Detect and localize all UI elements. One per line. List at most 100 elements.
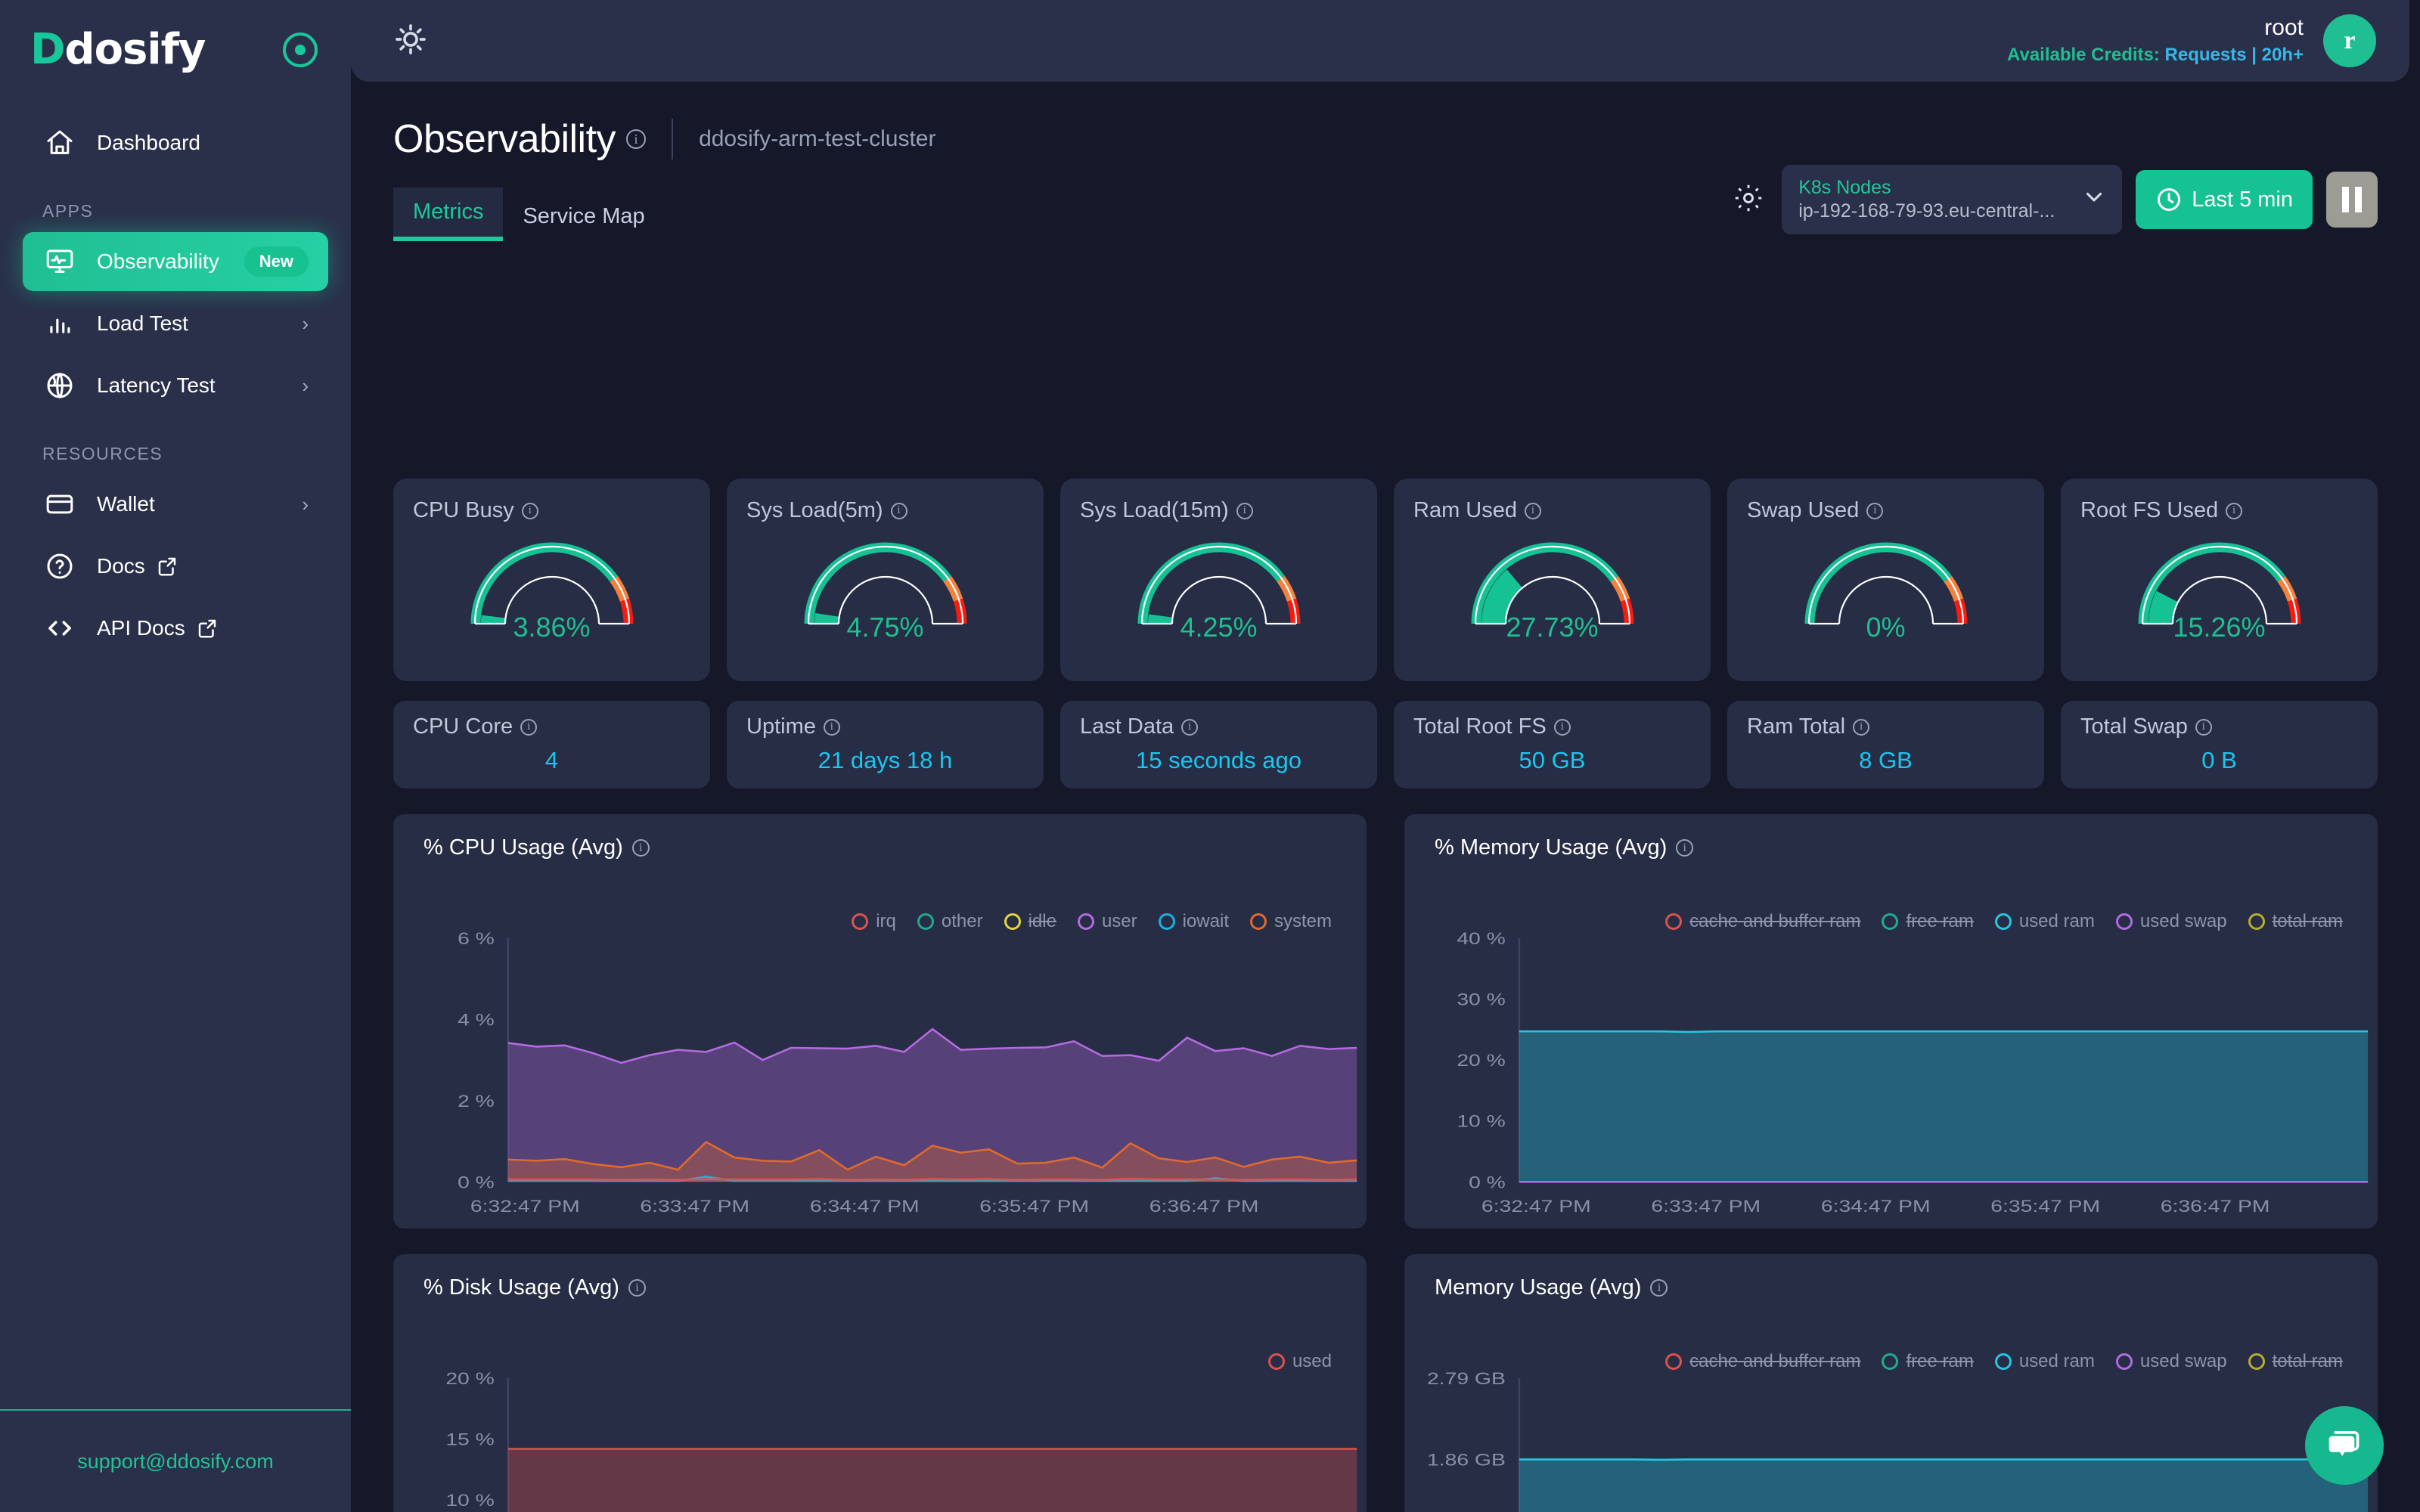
chart-panel-cpu-usage: % CPU Usage (Avg) i irq other idle user iowait… [393,814,1367,1228]
gauge-card-title: Sys Load(5m) i [746,498,1024,523]
gear-icon[interactable] [1732,181,1765,218]
sun-icon [393,22,428,60]
info-icon[interactable]: i [2226,502,2243,519]
gauge-card-title: Sys Load(15m) i [1080,498,1357,523]
avatar[interactable]: r [2323,14,2376,67]
user-area[interactable]: root Available Credits: Requests | 20h+ … [2007,14,2376,67]
stat-card-title: Total Root FS i [1413,714,1691,739]
divider [672,119,674,160]
info-icon[interactable]: i [1853,718,1870,736]
sidebar: Ddosify Dashboard APPS Observability New [0,0,351,1512]
svg-text:20 %: 20 % [1457,1052,1506,1070]
svg-text:0 %: 0 % [1469,1173,1506,1191]
page-title: Observability [393,117,616,161]
bar-chart-icon [42,309,77,338]
chart-title-text: % Memory Usage (Avg) [1435,835,1668,860]
info-icon[interactable]: i [626,129,647,149]
sidebar-item-dashboard[interactable]: Dashboard [23,113,328,172]
gauge-title-text: Sys Load(15m) [1080,498,1229,522]
sidebar-item-load-test[interactable]: Load Test › [23,294,328,353]
gauge-card-title: Ram Used i [1413,498,1691,523]
svg-text:6:33:47 PM: 6:33:47 PM [640,1198,749,1216]
info-icon[interactable]: i [1553,718,1571,736]
stat-title-text: Last Data [1080,714,1174,739]
clock-icon [2155,186,2183,213]
info-icon[interactable]: i [1676,839,1694,857]
stat-card-title: CPU Core i [413,714,690,739]
chart-title-text: % Disk Usage (Avg) [424,1275,619,1300]
chart-panel-memory-usage-pct: % Memory Usage (Avg) i cache and buffer ra… [1404,814,2378,1228]
tab-metrics[interactable]: Metrics [393,187,504,241]
info-icon[interactable]: i [823,718,840,736]
app-root: Ddosify Dashboard APPS Observability New [0,0,2420,1512]
ddosify-logo[interactable]: Ddosify [30,29,206,71]
info-icon[interactable]: i [1866,502,1884,519]
user-meta: root Available Credits: Requests | 20h+ [2007,16,2304,66]
info-icon[interactable]: i [1650,1279,1668,1297]
svg-text:6:36:47 PM: 6:36:47 PM [1150,1198,1259,1216]
stat-card-title: Ram Total i [1747,714,2024,739]
chevron-right-icon: › [302,311,309,335]
theme-toggle-button[interactable] [384,14,437,67]
chart-plot-area: 0 % 10 % 20 % 30 % 40 % 6:32:47 PM 6:33:47 PM 6… [1404,928,2378,1228]
sidebar-item-observability[interactable]: Observability New [23,232,328,291]
k8s-nodes-select[interactable]: K8s Nodes ip-192-168-79-93.eu-central-..… [1782,165,2123,234]
svg-text:15 %: 15 % [445,1430,495,1448]
chart-title: % Disk Usage (Avg) i [393,1254,1367,1300]
chevron-down-icon[interactable] [2081,184,2107,215]
gauge-card: Ram Used i 27.73% [1394,479,1711,681]
stat-card: Ram Total i 8 GB [1727,701,2044,789]
svg-text:4 %: 4 % [458,1011,495,1029]
available-credits: Available Credits: Requests | 20h+ [2007,45,2304,66]
info-icon[interactable]: i [631,839,650,857]
sidebar-item-label: Wallet [97,492,155,516]
stat-title-text: Uptime [746,714,816,739]
svg-text:1.86 GB: 1.86 GB [1427,1451,1506,1469]
info-icon[interactable]: i [2195,718,2212,736]
svg-text:40 %: 40 % [1457,930,1506,948]
info-icon[interactable]: i [890,502,908,519]
info-icon[interactable]: i [628,1279,646,1297]
credit-card-icon [42,489,77,519]
gauge-value: 3.86% [513,612,591,643]
sidebar-item-label: API Docs [97,616,185,640]
gauge-value: 4.75% [846,612,924,643]
tab-service-map[interactable]: Service Map [503,192,664,241]
pause-icon-bar2 [2355,187,2362,212]
svg-text:6:32:47 PM: 6:32:47 PM [1481,1198,1591,1216]
sidebar-item-latency-test[interactable]: Latency Test › [23,356,328,415]
stat-card-title: Last Data i [1080,714,1357,739]
gauge-card: Swap Used i 0% [1727,479,2044,681]
chat-widget-button[interactable] [2305,1406,2384,1485]
info-icon[interactable]: i [1525,502,1541,519]
svg-text:30 %: 30 % [1457,990,1506,1009]
chevron-right-icon: › [302,492,309,516]
time-range-button[interactable]: Last 5 min [2136,170,2313,229]
chevron-right-icon: › [302,373,309,397]
svg-text:6:35:47 PM: 6:35:47 PM [979,1198,1089,1216]
stat-card-title: Total Swap i [2080,714,2358,739]
svg-text:20 %: 20 % [445,1370,495,1388]
sidebar-item-api-docs[interactable]: API Docs [23,599,328,658]
gauge-value: 0% [1866,612,1906,643]
svg-text:0 %: 0 % [458,1173,495,1191]
info-icon[interactable]: i [520,718,538,736]
stat-card-value: 0 B [2201,747,2237,773]
target-icon[interactable] [283,33,318,67]
info-icon[interactable]: i [521,502,538,519]
sidebar-nav: Dashboard APPS Observability New Load Te… [0,110,351,661]
stat-card-value: 8 GB [1859,747,1913,773]
pause-button[interactable] [2326,172,2378,228]
support-email-link[interactable]: support@ddosify.com [77,1450,274,1473]
sidebar-item-docs[interactable]: Docs [23,537,328,596]
info-icon[interactable]: i [1181,718,1199,736]
credits-value: Requests | 20h+ [2164,44,2304,65]
charts-column-right: % Memory Usage (Avg) i cache and buffer ra… [1404,814,2378,1512]
chart-plot-area: 0 % 2 % 4 % 6 % 6:32:47 PM 6:33:47 PM 6:34:47 … [393,928,1367,1228]
sidebar-item-wallet[interactable]: Wallet › [23,475,328,534]
stat-title-text: CPU Core [413,714,513,739]
chart-title-text: % CPU Usage (Avg) [424,835,623,860]
info-icon[interactable]: i [1236,502,1253,519]
svg-text:6:36:47 PM: 6:36:47 PM [2161,1198,2270,1216]
globe-icon [42,370,77,401]
